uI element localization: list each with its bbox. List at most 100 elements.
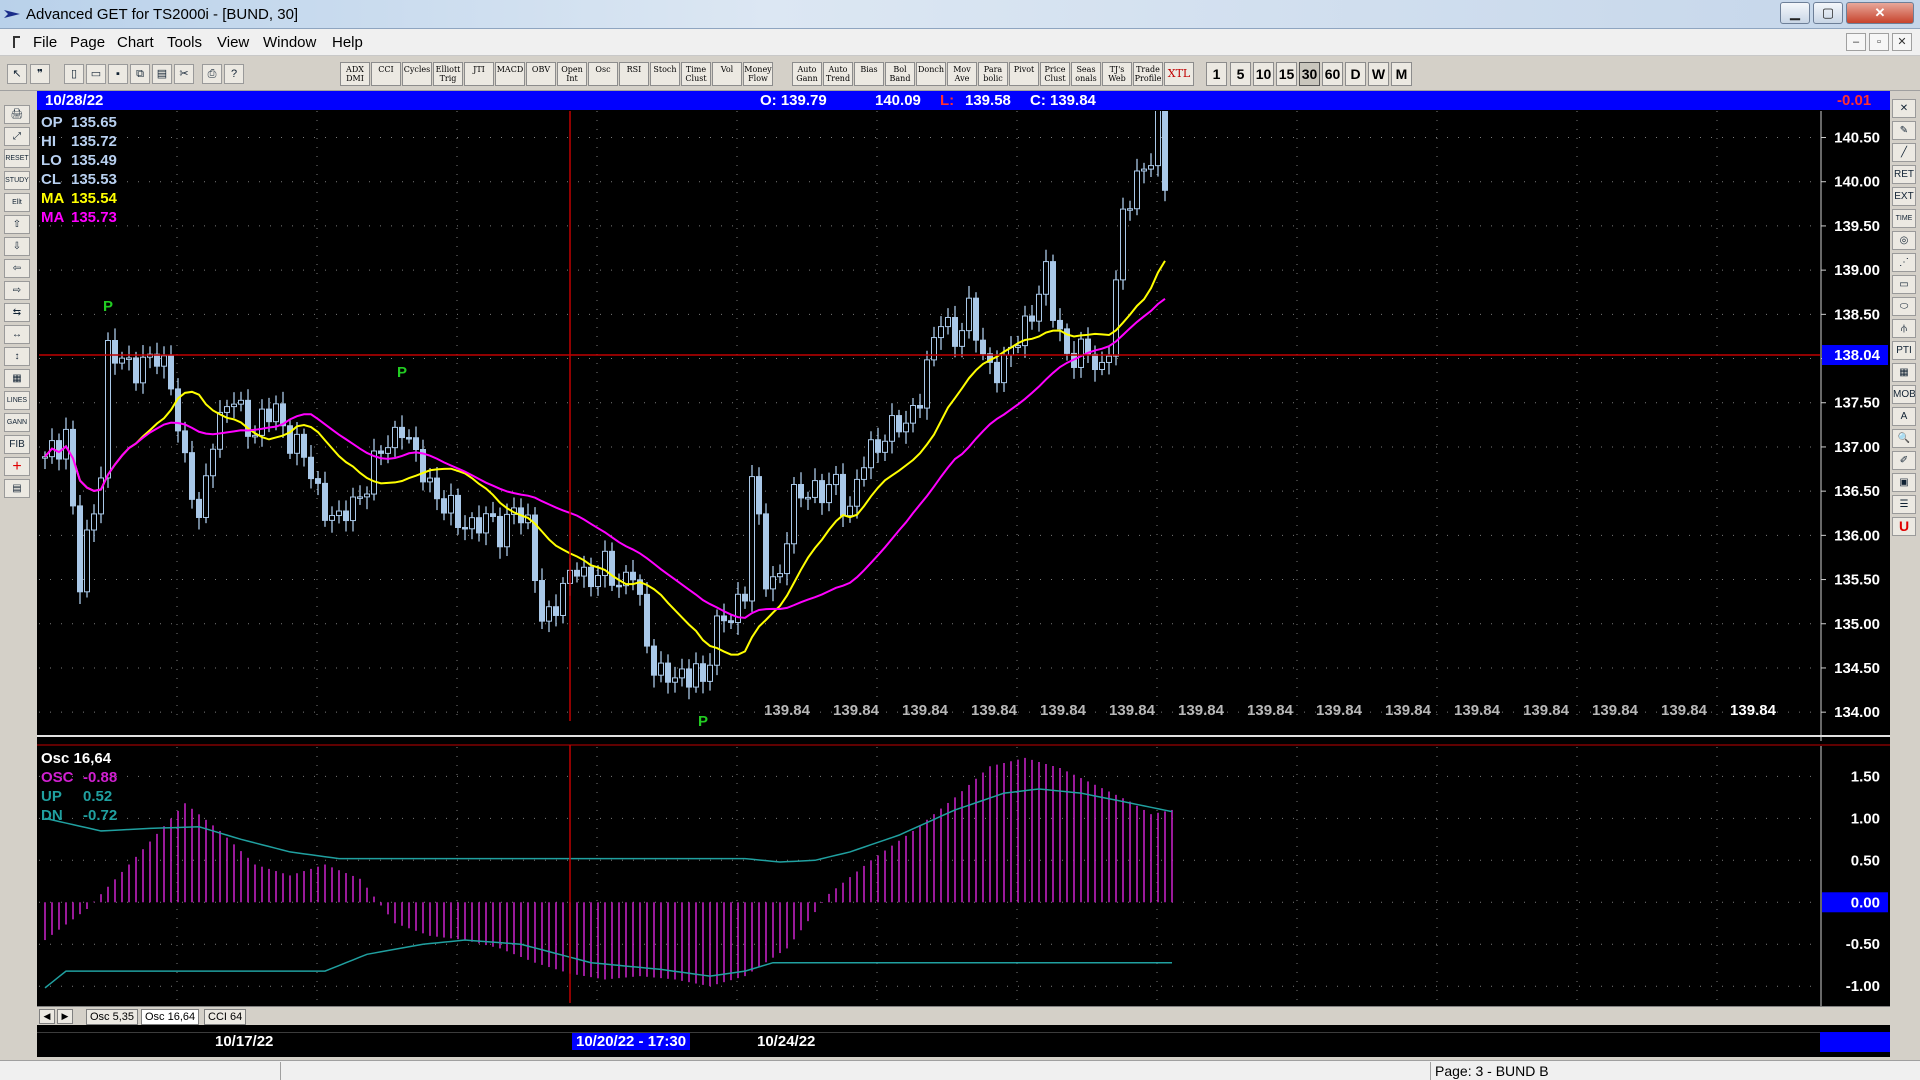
interval-1-button[interactable]: 1 (1206, 62, 1227, 86)
fib-ext-icon[interactable]: EXT (1892, 187, 1916, 206)
tab-scroll-left[interactable]: ◀ (39, 1009, 55, 1024)
mdi-close-button[interactable]: ✕ (1892, 33, 1912, 51)
fib-icon[interactable]: FIB (4, 435, 30, 454)
ellipse-icon[interactable]: ⬭ (1892, 297, 1916, 316)
arrow-right-icon[interactable]: ⇨ (4, 281, 30, 300)
interval-w-button[interactable]: W (1368, 62, 1389, 86)
pointer-icon[interactable]: ↖ (7, 64, 27, 84)
tool-bol-band-button[interactable]: Bol Band (885, 62, 915, 86)
mob-icon[interactable]: MOB (1892, 385, 1916, 404)
gann-icon[interactable]: GANN (4, 413, 30, 432)
tab-cci-64[interactable]: CCI 64 (204, 1009, 247, 1025)
marker-icon[interactable]: ✐ (1892, 451, 1916, 470)
menu-page[interactable]: Page (70, 34, 105, 51)
interval-15-button[interactable]: 15 (1276, 62, 1297, 86)
study-open-int-button[interactable]: Open Int (557, 62, 587, 86)
arrow-down-icon[interactable]: ⇩ (4, 237, 30, 256)
text-icon[interactable]: A (1892, 407, 1916, 426)
maximize-button[interactable]: ▢ (1813, 2, 1843, 24)
pitchfork-icon[interactable]: ⫛ (1892, 319, 1916, 338)
tool-pivot-button[interactable]: Pivot (1009, 62, 1039, 86)
menu-help[interactable]: Help (332, 34, 363, 51)
tab-osc-5-35[interactable]: Osc 5,35 (86, 1009, 139, 1025)
arc-icon[interactable]: ◎ (1892, 231, 1916, 250)
study-time-clust-button[interactable]: Time Clust (681, 62, 711, 86)
arrow-up-icon[interactable]: ⇧ (4, 215, 30, 234)
menu-file[interactable]: File (33, 34, 57, 51)
arrow-left-icon[interactable]: ⇦ (4, 259, 30, 278)
u-tool-icon[interactable]: U (1892, 517, 1916, 536)
study-cycles-button[interactable]: Cycles (402, 62, 432, 86)
study-rsi-button[interactable]: RSI (619, 62, 649, 86)
new-icon[interactable]: ▯ (64, 64, 84, 84)
close-button[interactable]: ✕ (1846, 2, 1914, 24)
tool-bias-button[interactable]: Bias (854, 62, 884, 86)
study-money-flow-button[interactable]: Money Flow (743, 62, 773, 86)
menu-tools[interactable]: Tools (167, 34, 202, 51)
study-cci-button[interactable]: CCI (371, 62, 401, 86)
elliott-icon[interactable]: Ellt (4, 193, 30, 212)
mdi-minimize-button[interactable]: – (1846, 33, 1866, 51)
tool-tjs-web-button[interactable]: TJ's Web (1102, 62, 1132, 86)
save-icon[interactable]: ▪ (108, 64, 128, 84)
interval-10-button[interactable]: 10 (1253, 62, 1274, 86)
cut-icon[interactable]: ✂ (174, 64, 194, 84)
tool-mov-ave-button[interactable]: Mov Ave (947, 62, 977, 86)
paste-icon[interactable]: ▤ (152, 64, 172, 84)
minimize-button[interactable]: ▁ (1780, 2, 1810, 24)
tool-xtl-button[interactable]: XTL (1164, 62, 1194, 86)
help-icon[interactable]: ? (224, 64, 244, 84)
price-chart[interactable]: PPP140.50140.00139.50139.00138.50138.001… (37, 111, 1890, 741)
close-tool-icon[interactable]: ✕ (1892, 99, 1916, 118)
tool-auto-gann-button[interactable]: Auto Gann (792, 62, 822, 86)
fib-ret-icon[interactable]: RET (1892, 165, 1916, 184)
interval-d-button[interactable]: D (1345, 62, 1366, 86)
study-elliott-trig-button[interactable]: Elliott Trig (433, 62, 463, 86)
menu-view[interactable]: View (217, 34, 249, 51)
title-bar[interactable]: Advanced GET for TS2000i - [BUND, 30] ▁ … (0, 0, 1920, 29)
study-stoch-button[interactable]: Stoch (650, 62, 680, 86)
interval-30-button[interactable]: 30 (1299, 62, 1320, 86)
grid-icon[interactable]: ▦ (4, 369, 30, 388)
tab-osc-16-64[interactable]: Osc 16,64 (141, 1009, 200, 1025)
notes-icon[interactable]: ☰ (1892, 495, 1916, 514)
print-icon[interactable]: ⎙ (202, 64, 222, 84)
tool-auto-trend-button[interactable]: Auto Trend (823, 62, 853, 86)
mdi-restore-button[interactable]: ▫ (1869, 33, 1889, 51)
menu-window[interactable]: Window (263, 34, 316, 51)
study-macd-button[interactable]: MACD (495, 62, 525, 86)
channel-icon[interactable]: ▭ (1892, 275, 1916, 294)
study-adx-dmi-button[interactable]: ADX DMI (340, 62, 370, 86)
study-osc-button[interactable]: Osc (588, 62, 618, 86)
oscillator-chart[interactable]: 1.50 1.00 0.50 0.00 -0.50 -1.00 Osc 16,64 OSC -0… (37, 741, 1890, 1006)
chart-window[interactable]: 10/28/22 O: 139.79 140.09 L: 139.58 C: 1… (37, 91, 1890, 1057)
crosshair-icon[interactable]: + (4, 457, 30, 476)
calculator-icon[interactable]: ▣ (1892, 473, 1916, 492)
study-obv-button[interactable]: OBV (526, 62, 556, 86)
study-jti-button[interactable]: JTI (464, 62, 494, 86)
quote-icon[interactable]: ❞ (30, 64, 50, 84)
open-icon[interactable]: ▭ (86, 64, 106, 84)
data-window-icon[interactable]: ▤ (4, 479, 30, 498)
interval-5-button[interactable]: 5 (1230, 62, 1251, 86)
tool-seas-onals-button[interactable]: Seas onals (1071, 62, 1101, 86)
compress-icon[interactable]: ⇆ (4, 303, 30, 322)
pti-icon[interactable]: PTI (1892, 341, 1916, 360)
menu-chart[interactable]: Chart (117, 34, 154, 51)
zoom-in-icon[interactable]: ⤢ (4, 127, 30, 146)
tool-trade-profile-button[interactable]: Trade Profile (1133, 62, 1163, 86)
fib-time-icon[interactable]: TIME (1892, 209, 1916, 228)
copy-icon[interactable]: ⧉ (130, 64, 150, 84)
trendline-icon[interactable]: ╱ (1892, 143, 1916, 162)
study-icon[interactable]: STUDY (4, 171, 30, 190)
print-chart-icon[interactable]: 🖨 (4, 105, 30, 124)
tool-price-clust-button[interactable]: Price Clust (1040, 62, 1070, 86)
interval-60-button[interactable]: 60 (1322, 62, 1343, 86)
tool-donch-button[interactable]: Donch (916, 62, 946, 86)
expand-h-icon[interactable]: ↔ (4, 325, 30, 344)
fan-icon[interactable]: ⋰ (1892, 253, 1916, 272)
study-vol-button[interactable]: Vol (712, 62, 742, 86)
lines-icon[interactable]: LINES (4, 391, 30, 410)
pencil-icon[interactable]: ✎ (1892, 121, 1916, 140)
reset-icon[interactable]: RESET (4, 149, 30, 168)
